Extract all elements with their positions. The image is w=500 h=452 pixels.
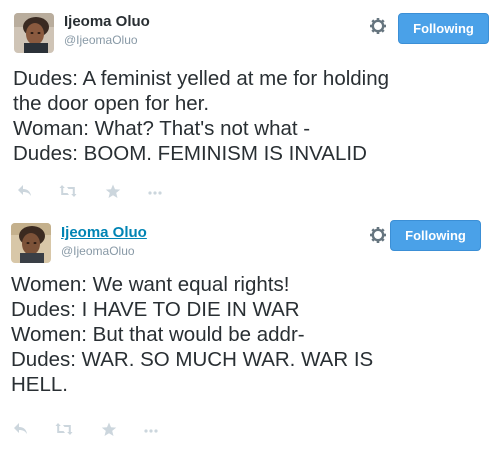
tweet: Ijeoma Oluo @IjeomaOluo Following Women:… [0, 214, 500, 452]
author-handle[interactable]: @IjeomaOluo [61, 244, 135, 258]
gear-icon[interactable] [369, 17, 387, 35]
tweet-text-line: HELL. [11, 373, 68, 396]
avatar[interactable] [14, 13, 54, 53]
author-name[interactable]: Ijeoma Oluo [61, 224, 147, 241]
favorite-icon[interactable] [101, 422, 119, 438]
more-icon[interactable] [143, 422, 161, 438]
tweet-text: Women: We want equal rights! Dudes: I HA… [11, 272, 373, 397]
favorite-icon[interactable] [105, 184, 123, 200]
tweet-text-line: the door open for her. [13, 92, 210, 115]
tweet: Ijeoma Oluo @IjeomaOluo Following Dudes:… [0, 0, 500, 208]
tweet-text-line: Women: But that would be addr- [11, 323, 305, 346]
gear-icon[interactable] [369, 226, 387, 244]
following-button[interactable]: Following [390, 220, 481, 251]
tweet-text-line: Dudes: I HAVE TO DIE IN WAR [11, 298, 300, 321]
reply-icon[interactable] [17, 184, 35, 200]
author-name[interactable]: Ijeoma Oluo [64, 13, 150, 30]
reply-icon[interactable] [13, 422, 31, 438]
tweet-text-line: Women: We want equal rights! [11, 273, 290, 296]
retweet-icon[interactable] [59, 184, 77, 200]
retweet-icon[interactable] [55, 422, 73, 438]
more-icon[interactable] [147, 184, 165, 200]
avatar[interactable] [11, 223, 51, 263]
tweet-text-line: Dudes: WAR. SO MUCH WAR. WAR IS [11, 348, 374, 371]
following-button[interactable]: Following [398, 13, 489, 44]
tweet-text: Dudes: A feminist yelled at me for holdi… [13, 66, 389, 166]
author-handle[interactable]: @IjeomaOluo [64, 33, 138, 47]
tweet-text-line: Dudes: BOOM. FEMINISM IS INVALID [13, 142, 367, 165]
tweet-text-line: Dudes: A feminist yelled at me for holdi… [13, 67, 390, 90]
tweet-text-line: Woman: What? That's not what - [13, 117, 311, 140]
